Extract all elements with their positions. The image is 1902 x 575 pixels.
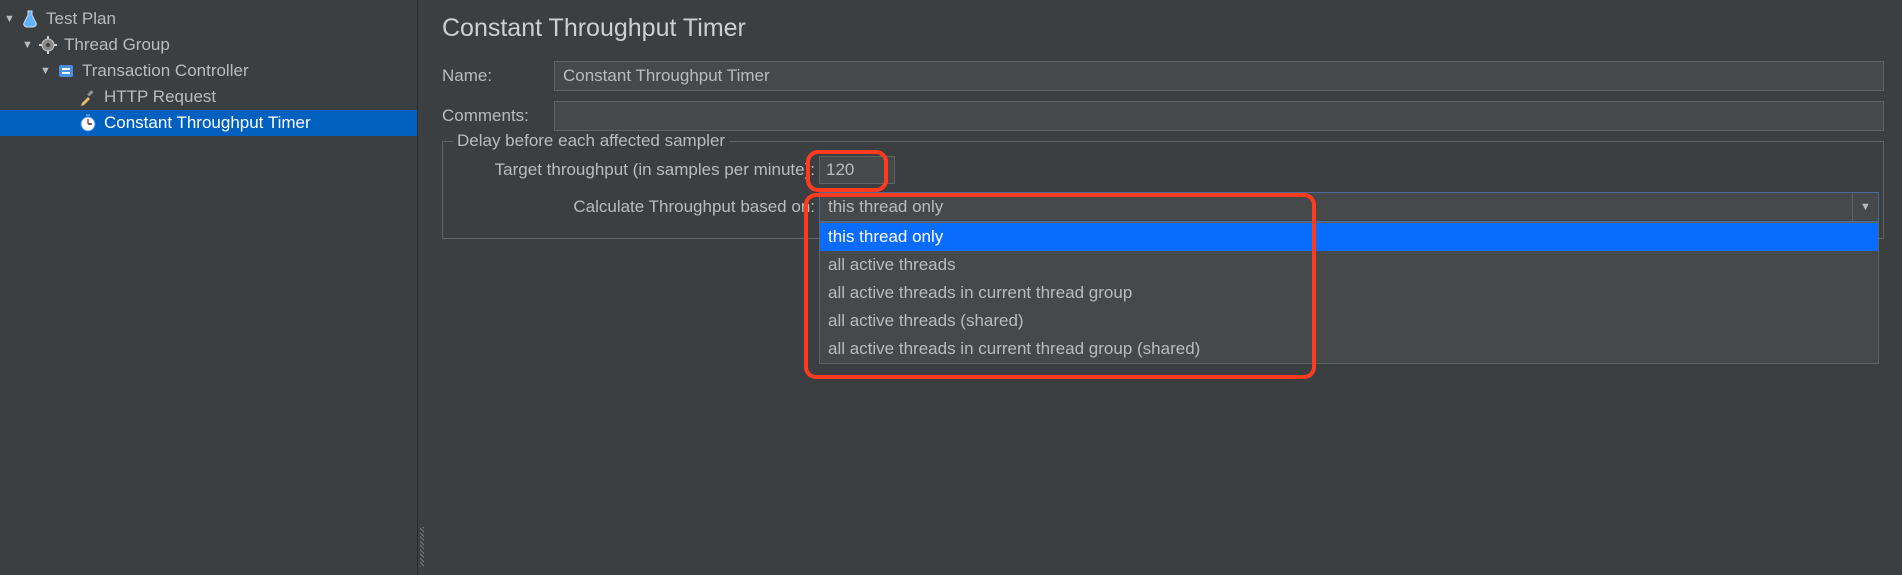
tree-label: Test Plan bbox=[46, 9, 116, 29]
comments-input[interactable] bbox=[554, 101, 1884, 131]
tree-label: Thread Group bbox=[64, 35, 170, 55]
name-input[interactable] bbox=[554, 61, 1884, 91]
calculate-throughput-label: Calculate Throughput based on: bbox=[447, 197, 819, 217]
flask-icon bbox=[20, 9, 40, 29]
spacer bbox=[895, 156, 1879, 184]
tree-node-constant-throughput-timer[interactable]: Constant Throughput Timer bbox=[0, 110, 417, 136]
tree-node-http-request[interactable]: HTTP Request bbox=[0, 84, 417, 110]
name-row: Name: bbox=[442, 61, 1884, 91]
controller-icon bbox=[56, 61, 76, 81]
calculate-throughput-row: Calculate Throughput based on: this thre… bbox=[447, 192, 1879, 222]
dropdown-option[interactable]: all active threads in current thread gro… bbox=[820, 279, 1878, 307]
chevron-down-icon[interactable]: ▼ bbox=[1852, 193, 1878, 221]
expand-icon[interactable]: ▼ bbox=[4, 13, 18, 25]
expand-icon[interactable]: ▼ bbox=[22, 39, 36, 51]
delay-fieldset: Delay before each affected sampler Targe… bbox=[442, 141, 1884, 239]
calculate-throughput-combo[interactable]: this thread only ▼ this thread only all … bbox=[819, 192, 1879, 222]
splitter-grip[interactable] bbox=[418, 0, 426, 575]
expand-icon[interactable]: ▼ bbox=[40, 65, 54, 77]
gear-icon bbox=[38, 35, 58, 55]
panel-title: Constant Throughput Timer bbox=[442, 14, 1884, 43]
pipette-icon bbox=[78, 87, 98, 107]
target-throughput-label: Target throughput (in samples per minute… bbox=[447, 160, 819, 180]
tree-label: Constant Throughput Timer bbox=[104, 113, 311, 133]
dropdown-option[interactable]: this thread only bbox=[820, 223, 1878, 251]
target-throughput-input[interactable] bbox=[819, 156, 895, 184]
tree-node-thread-group[interactable]: ▼ Thread Group bbox=[0, 32, 417, 58]
target-throughput-row: Target throughput (in samples per minute… bbox=[447, 156, 1879, 184]
tree-node-test-plan[interactable]: ▼ Test Plan bbox=[0, 6, 417, 32]
fieldset-legend: Delay before each affected sampler bbox=[453, 131, 729, 151]
name-label: Name: bbox=[442, 66, 554, 86]
dropdown-option[interactable]: all active threads bbox=[820, 251, 1878, 279]
tree-panel: ▼ Test Plan ▼ Thread Group ▼ Transaction… bbox=[0, 0, 418, 575]
comments-row: Comments: bbox=[442, 101, 1884, 131]
dropdown-option[interactable]: all active threads in current thread gro… bbox=[820, 335, 1878, 363]
tree-label: HTTP Request bbox=[104, 87, 216, 107]
timer-icon bbox=[78, 113, 98, 133]
main-panel: Constant Throughput Timer Name: Comments… bbox=[426, 0, 1902, 575]
dropdown-option[interactable]: all active threads (shared) bbox=[820, 307, 1878, 335]
tree-node-transaction-controller[interactable]: ▼ Transaction Controller bbox=[0, 58, 417, 84]
combo-dropdown: this thread only all active threads all … bbox=[819, 222, 1879, 364]
combo-selected-text: this thread only bbox=[820, 197, 1852, 217]
tree-label: Transaction Controller bbox=[82, 61, 249, 81]
comments-label: Comments: bbox=[442, 106, 554, 126]
